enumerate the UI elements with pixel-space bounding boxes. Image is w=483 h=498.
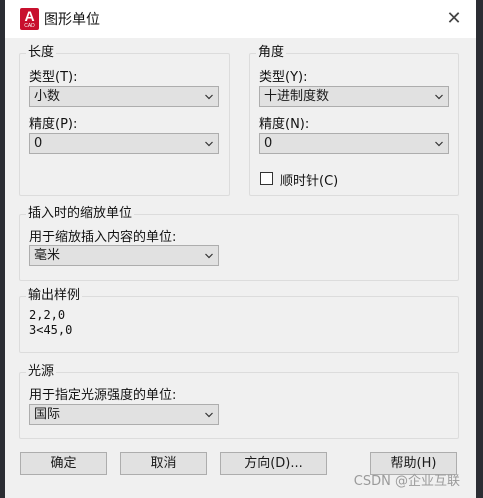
length-precision-select[interactable]: 0 (29, 133, 219, 154)
insertion-scale-desc: 用于缩放插入内容的单位: (29, 230, 177, 245)
insertion-scale-group-label: 插入时的缩放单位 (28, 206, 133, 221)
title-bar: A CAD 图形单位 ✕ (5, 0, 476, 38)
lighting-units-select[interactable]: 国际 (29, 404, 219, 425)
chevron-down-icon (435, 141, 443, 147)
length-group-label: 长度 (28, 45, 55, 60)
length-precision-value: 0 (34, 136, 43, 151)
angle-precision-value: 0 (264, 136, 273, 151)
chevron-down-icon (205, 412, 213, 418)
lighting-group-label: 光源 (28, 364, 55, 379)
close-button[interactable]: ✕ (440, 6, 468, 32)
lighting-units-desc: 用于指定光源强度的单位: (29, 388, 177, 403)
angle-precision-select[interactable]: 0 (259, 133, 449, 154)
insertion-scale-value: 毫米 (34, 248, 61, 263)
angle-group-label: 角度 (258, 45, 285, 60)
angle-precision-label: 精度(N): (259, 117, 310, 132)
length-type-select[interactable]: 小数 (29, 86, 219, 107)
chevron-down-icon (205, 94, 213, 100)
chevron-down-icon (205, 253, 213, 259)
length-type-label: 类型(T): (29, 70, 78, 85)
sample-output-group: 输出样例 (19, 289, 459, 353)
clockwise-label[interactable]: 顺时针(C) (280, 170, 338, 189)
app-icon-sublabel: CAD (24, 23, 35, 29)
app-icon-letter: A (24, 8, 35, 24)
length-type-value: 小数 (34, 89, 61, 104)
sample-output-line-1: 2,2,0 (29, 308, 66, 322)
clockwise-checkbox[interactable] (260, 172, 273, 185)
lighting-units-value: 国际 (34, 407, 61, 422)
direction-button[interactable]: 方向(D)... (220, 452, 327, 475)
ok-button[interactable]: 确定 (20, 452, 107, 475)
angle-type-select[interactable]: 十进制度数 (259, 86, 449, 107)
length-precision-label: 精度(P): (29, 117, 78, 132)
cancel-button[interactable]: 取消 (120, 452, 207, 475)
drawing-units-dialog: A CAD 图形单位 ✕ 长度 类型(T): 小数 精度(P): 0 角度 类型… (5, 0, 476, 498)
autocad-app-icon: A CAD (20, 8, 39, 30)
chevron-down-icon (205, 141, 213, 147)
angle-type-value: 十进制度数 (264, 89, 330, 104)
dialog-title: 图形单位 (44, 12, 100, 28)
chevron-down-icon (435, 94, 443, 100)
angle-type-label: 类型(Y): (259, 70, 308, 85)
insertion-scale-select[interactable]: 毫米 (29, 245, 219, 266)
sample-output-line-2: 3<45,0 (29, 323, 73, 337)
watermark-text: CSDN @企业互联 (353, 474, 460, 489)
sample-output-group-label: 输出样例 (28, 288, 81, 303)
